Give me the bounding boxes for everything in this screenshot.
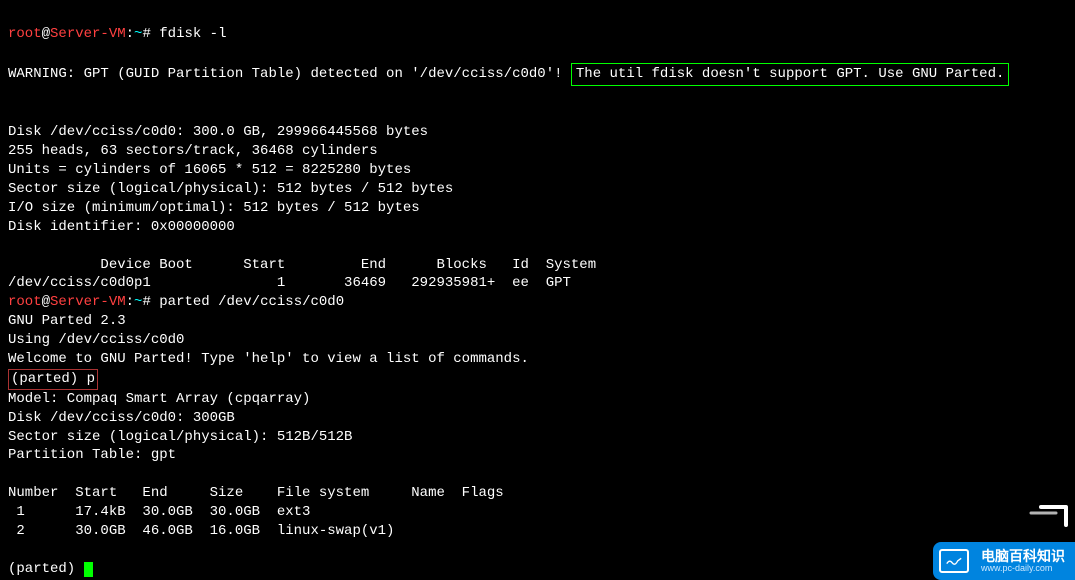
parted-table-header: Number Start End Size File system Name F… xyxy=(8,485,504,501)
parted-version: GNU Parted 2.3 xyxy=(8,313,126,329)
disk-units-line: Units = cylinders of 16065 * 512 = 82252… xyxy=(8,162,411,178)
warning-line: WARNING: GPT (GUID Partition Table) dete… xyxy=(8,66,1009,82)
parted-welcome: Welcome to GNU Parted! Type 'help' to vi… xyxy=(8,351,529,367)
watermark-badge: 电脑百科知识 www.pc-daily.com xyxy=(933,542,1075,580)
watermark-text: 电脑百科知识 www.pc-daily.com xyxy=(975,542,1075,580)
parted-prompt-active[interactable]: (parted) xyxy=(8,561,93,577)
parted-using: Using /dev/cciss/c0d0 xyxy=(8,332,184,348)
disk-info-line: Disk /dev/cciss/c0d0: 300.0 GB, 29996644… xyxy=(8,124,428,140)
parted-table-row: 1 17.4kB 30.0GB 30.0GB ext3 xyxy=(8,504,310,520)
command-fdisk: fdisk -l xyxy=(159,26,226,42)
parted-sector: Sector size (logical/physical): 512B/512… xyxy=(8,429,352,445)
cursor-icon xyxy=(84,562,93,577)
parted-ptable: Partition Table: gpt xyxy=(8,447,176,463)
partition-table-header: Device Boot Start End Blocks Id System xyxy=(8,257,596,273)
partition-table-row: /dev/cciss/c0d0p1 1 36469 292935981+ ee … xyxy=(8,275,571,291)
gpt-warning-highlight: The util fdisk doesn't support GPT. Use … xyxy=(571,63,1009,86)
prompt-user: root xyxy=(8,26,42,42)
prompt-line-2: root@Server-VM:~# parted /dev/cciss/c0d0 xyxy=(8,294,344,310)
parted-disk: Disk /dev/cciss/c0d0: 300GB xyxy=(8,410,235,426)
sector-size-line: Sector size (logical/physical): 512 byte… xyxy=(8,181,453,197)
watermark-url: www.pc-daily.com xyxy=(981,563,1065,574)
watermark-title: 电脑百科知识 xyxy=(981,549,1065,563)
watermark-logo xyxy=(933,542,975,580)
terminal-output[interactable]: root@Server-VM:~# fdisk -l WARNING: GPT … xyxy=(8,6,1067,579)
parted-prompt-p-highlight: (parted) p xyxy=(8,369,98,390)
prompt-host: Server-VM xyxy=(50,26,126,42)
parted-model: Model: Compaq Smart Array (cpqarray) xyxy=(8,391,310,407)
parted-table-row: 2 30.0GB 46.0GB 16.0GB linux-swap(v1) xyxy=(8,523,394,539)
io-size-line: I/O size (minimum/optimal): 512 bytes / … xyxy=(8,200,420,216)
command-parted: parted /dev/cciss/c0d0 xyxy=(159,294,344,310)
monitor-icon xyxy=(939,549,969,573)
prompt-line-1: root@Server-VM:~# fdisk -l xyxy=(8,26,226,42)
corner-decoration-icon xyxy=(1021,505,1071,530)
disk-identifier-line: Disk identifier: 0x00000000 xyxy=(8,219,235,235)
disk-geometry-line: 255 heads, 63 sectors/track, 36468 cylin… xyxy=(8,143,378,159)
